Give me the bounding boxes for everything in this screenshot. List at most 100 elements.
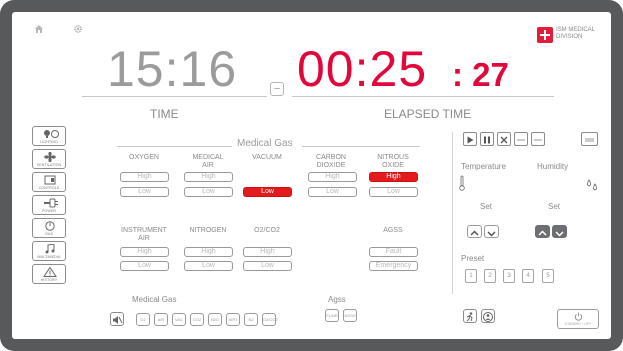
medical-gas-title: Medical Gas bbox=[237, 138, 293, 149]
bottom-medical-gas-label: Medical Gas bbox=[132, 295, 177, 304]
humidity-up-button[interactable] bbox=[535, 225, 550, 238]
nitrogen-low-indicator: Low bbox=[184, 261, 233, 271]
o2co2-low-indicator: Low bbox=[243, 261, 292, 271]
chevron-down-icon bbox=[487, 231, 496, 237]
brand-name: ISM MEDICAL DIVISION bbox=[556, 27, 596, 40]
preset-label: Preset bbox=[461, 254, 485, 263]
elapsed-time: 00:25 bbox=[297, 41, 428, 97]
standby-power-button[interactable]: STANDBY / OFF bbox=[557, 309, 599, 329]
touch-screen: ISM MEDICAL DIVISION 15:16 TIME – 00:25 … bbox=[12, 12, 611, 339]
preset-3-button[interactable]: 3 bbox=[503, 269, 515, 283]
oxygen-low-indicator: Low bbox=[120, 187, 169, 197]
humidity-down-button[interactable] bbox=[552, 225, 567, 238]
chevron-down-icon bbox=[555, 231, 564, 237]
music-icon bbox=[45, 244, 55, 254]
nav-controls[interactable]: CONTROLS bbox=[32, 172, 66, 192]
power-icon bbox=[574, 312, 583, 321]
humidity-set-label: Set bbox=[548, 202, 561, 211]
plug-icon bbox=[44, 198, 58, 208]
temperature-down-button[interactable] bbox=[484, 225, 499, 238]
gas-label-oxygen: OXYGEN bbox=[129, 154, 159, 161]
thermometer-icon bbox=[459, 175, 465, 191]
gas-label-instrument-air: INSTRUMENT AIR bbox=[121, 227, 167, 242]
chevron-up-icon bbox=[538, 230, 547, 236]
mute-alarm-button[interactable] bbox=[110, 312, 124, 326]
gas-label-nitrogen: NITROGEN bbox=[189, 227, 227, 234]
n2o-low-indicator: Low bbox=[369, 187, 418, 197]
bottom-agss-label: Agss bbox=[328, 295, 346, 304]
lighting-icon bbox=[44, 130, 59, 138]
brand-logo bbox=[537, 27, 553, 43]
chevron-up-icon bbox=[470, 230, 479, 236]
co2-low-indicator: Low bbox=[308, 187, 357, 197]
nitrogen-high-indicator: High bbox=[184, 247, 233, 257]
gas-header-line-left bbox=[117, 146, 232, 147]
preset-5-button[interactable]: 5 bbox=[542, 269, 554, 283]
humidity-drops-icon bbox=[587, 179, 597, 191]
instrument-air-low-indicator: Low bbox=[120, 261, 169, 271]
time-label: TIME bbox=[150, 107, 179, 121]
medical-air-high-indicator: High bbox=[184, 172, 233, 182]
medical-air-low-indicator: Low bbox=[184, 187, 233, 197]
agss-button[interactable]: AGSS bbox=[343, 309, 357, 322]
gas-label-vacuum: VACUUM bbox=[252, 154, 282, 161]
gas-label-nitrous-oxide: NITROUS OXIDE bbox=[377, 154, 409, 169]
elapsed-time-label: ELAPSED TIME bbox=[384, 107, 472, 121]
media-blank-button-1[interactable] bbox=[514, 132, 528, 146]
gear-icon[interactable] bbox=[73, 24, 83, 34]
co2-high-indicator: High bbox=[308, 172, 357, 182]
fan-icon bbox=[44, 152, 56, 162]
play-button[interactable] bbox=[463, 132, 477, 146]
nav-ventilation[interactable]: VENTILATION bbox=[32, 149, 66, 169]
controls-icon bbox=[44, 175, 56, 185]
gas-n2o-button[interactable]: N2O bbox=[208, 313, 222, 326]
fire-alarm-button[interactable] bbox=[463, 309, 477, 323]
agss-emergency-indicator: Emergency bbox=[369, 261, 418, 271]
gas-air-button[interactable]: AIR bbox=[154, 313, 168, 326]
gas-vac-button[interactable]: VAC bbox=[172, 313, 186, 326]
nav-gas[interactable]: GAS bbox=[32, 218, 66, 238]
right-panel-divider bbox=[452, 132, 453, 294]
stop-button[interactable] bbox=[497, 132, 511, 146]
gas-label-o2-co2: O2/CO2 bbox=[254, 227, 280, 234]
nav-lighting[interactable]: LIGHTING bbox=[32, 126, 66, 146]
reset-elapsed-button[interactable]: – bbox=[270, 82, 284, 96]
gauge-icon bbox=[45, 221, 55, 231]
home-icon[interactable] bbox=[34, 24, 44, 34]
preset-1-button[interactable]: 1 bbox=[465, 269, 477, 283]
gas-o2-button[interactable]: O2 bbox=[136, 313, 150, 326]
warning-icon bbox=[43, 267, 57, 277]
gas-label-carbon-dioxide: CARBON DIOXIDE bbox=[316, 154, 346, 169]
gas-air7-button[interactable]: AIR7 bbox=[226, 313, 240, 326]
vacuum-low-alarm: Low bbox=[243, 187, 292, 197]
elapsed-underline bbox=[292, 96, 554, 97]
humidity-label: Humidity bbox=[537, 162, 569, 171]
gas-o2co2-button[interactable]: O2/CO2 bbox=[262, 313, 278, 326]
agss-flair-button[interactable]: FLAIR bbox=[325, 309, 339, 322]
instrument-air-high-indicator: High bbox=[120, 247, 169, 257]
agss-fault-indicator: Fault bbox=[369, 247, 418, 257]
media-menu-button[interactable] bbox=[581, 132, 598, 146]
gas-label-agss: AGSS bbox=[383, 227, 403, 234]
preset-2-button[interactable]: 2 bbox=[484, 269, 496, 283]
media-blank-button-2[interactable] bbox=[531, 132, 545, 146]
current-time: 15:16 bbox=[107, 41, 238, 97]
preset-4-button[interactable]: 4 bbox=[522, 269, 534, 283]
gas-co2-button[interactable]: CO2 bbox=[190, 313, 204, 326]
running-person-icon bbox=[466, 312, 473, 322]
nav-power[interactable]: POWER bbox=[32, 195, 66, 215]
gas-n2-button[interactable]: N2 bbox=[244, 313, 258, 326]
staff-call-button[interactable] bbox=[481, 309, 495, 323]
pause-button[interactable] bbox=[480, 132, 494, 146]
n2o-high-alarm: High bbox=[369, 172, 418, 182]
nav-multimedia[interactable]: MULTIMEDIA bbox=[32, 241, 66, 261]
oxygen-high-indicator: High bbox=[120, 172, 169, 182]
temperature-label: Temperature bbox=[461, 162, 506, 171]
gas-header-line-right bbox=[302, 146, 420, 147]
elapsed-seconds: : 27 bbox=[452, 56, 509, 93]
person-icon bbox=[483, 312, 493, 322]
pause-icon bbox=[488, 136, 490, 144]
nav-history[interactable]: HISTORY bbox=[32, 264, 66, 284]
close-icon bbox=[500, 136, 508, 144]
temperature-up-button[interactable] bbox=[467, 225, 482, 238]
